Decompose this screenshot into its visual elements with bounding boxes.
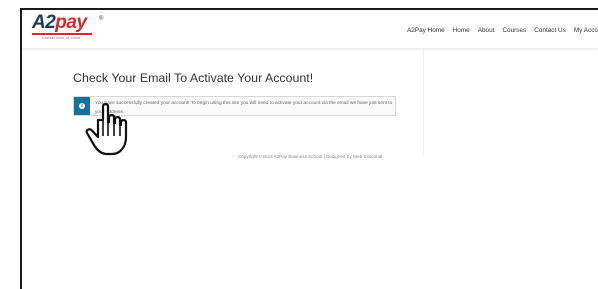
- logo-underline: [32, 33, 92, 35]
- main-nav: A2Pay Home Home About Courses Contact Us…: [407, 27, 598, 34]
- footer-copyright: Copyright ©2023 A2Pay Business School | …: [238, 154, 383, 159]
- logo-wordmark: A2pay: [32, 12, 87, 34]
- nav-item-home[interactable]: Home: [453, 27, 470, 34]
- site-header: A2pay ® transactions of value A2Pay Home…: [22, 10, 598, 49]
- page-title: Check Your Email To Activate Your Accoun…: [73, 71, 314, 85]
- sidebar-divider: [423, 49, 424, 155]
- nav-item-a2pay-home[interactable]: A2Pay Home: [407, 27, 445, 34]
- logo-brand-b: pay: [55, 12, 87, 33]
- nav-item-about[interactable]: About: [478, 27, 495, 34]
- nav-item-courses[interactable]: Courses: [502, 27, 526, 34]
- logo-tagline: transactions of value: [42, 36, 81, 40]
- a2pay-logo[interactable]: A2pay ® transactions of value: [32, 12, 122, 44]
- hand-pointer-icon: [85, 103, 128, 156]
- logo-brand-a: A2: [32, 12, 56, 33]
- logo-registered-mark: ®: [99, 16, 104, 22]
- alert-message: You have successfully created your accou…: [95, 101, 393, 115]
- nav-item-contact-us[interactable]: Contact Us: [534, 27, 566, 34]
- main-content: Check Your Email To Activate Your Accoun…: [22, 49, 598, 289]
- nav-item-my-account[interactable]: My Acco: [574, 27, 598, 34]
